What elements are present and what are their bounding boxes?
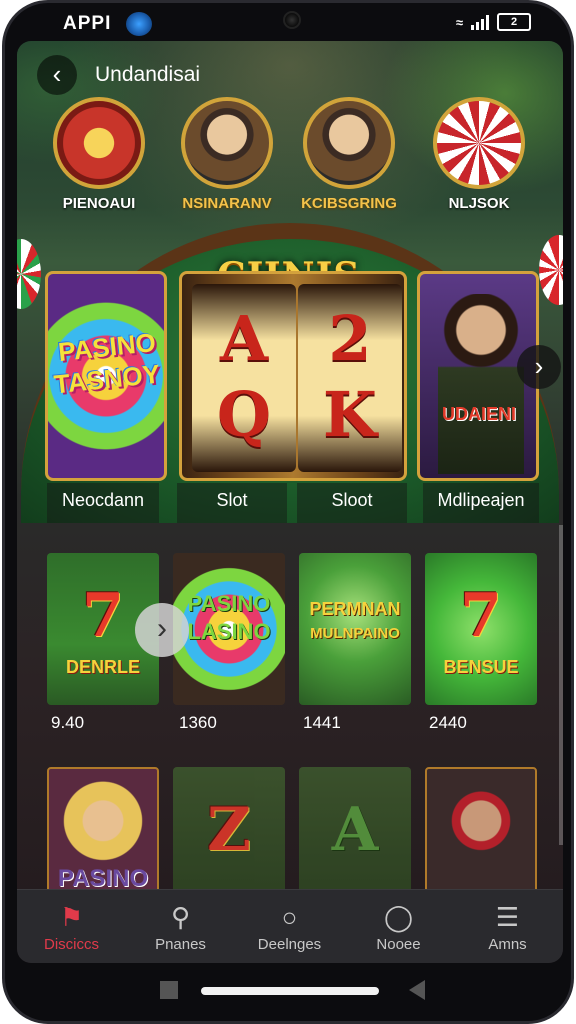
bottom-nav: ⚑ Disciccs ⚲ Pnanes ○ Deelnges ◯ Nooee ☰… <box>17 889 563 963</box>
back-button[interactable]: ‹ <box>37 55 77 95</box>
chat-icon: ◯ <box>383 902 414 932</box>
poker-chip-icon <box>433 97 525 189</box>
nav-label: Pnanes <box>155 936 206 953</box>
tile-count: 9.40 <box>51 713 85 732</box>
game-tile[interactable]: PASINO LASINO <box>173 553 285 705</box>
recents-button[interactable] <box>160 981 178 999</box>
casino-logo-icon <box>53 97 145 189</box>
tile-caption: MULNPAINO <box>310 625 400 642</box>
avatar <box>181 97 273 189</box>
tile-count: 1360 <box>179 713 217 732</box>
avatar-label: NSINARANV <box>182 195 272 212</box>
nav-item-menu[interactable]: ☰ Amns <box>453 890 562 963</box>
search-icon: ⚲ <box>170 902 191 932</box>
avatar <box>303 97 395 189</box>
nav-item-discover[interactable]: ⚑ Disciccs <box>17 890 126 963</box>
carousel-next-button[interactable]: › <box>517 345 561 389</box>
reel-symbol: K <box>323 378 377 451</box>
status-app-label: APPI <box>63 13 112 34</box>
top-bar: ‹ Undandisai <box>17 49 563 99</box>
card-label: Sloot <box>297 483 407 523</box>
avatar-row: PIENOAUI NSINARANV KCIBSGRING NLJSOK <box>17 97 563 227</box>
menu-icon: ☰ <box>495 902 520 932</box>
app-screen: ‹ Undandisai PIENOAUI NSINARANV KCIBSGRI… <box>17 41 563 963</box>
status-app-icon <box>126 12 152 36</box>
avatar-item[interactable]: KCIBSGRING <box>289 97 409 212</box>
status-bar: APPI ≈ 2 <box>5 3 571 43</box>
status-icons: ≈ 2 <box>456 13 531 31</box>
system-nav-bar <box>5 961 571 1021</box>
tile-caption: PERMNAN <box>309 599 401 619</box>
slot-reel: 2 K <box>298 284 402 472</box>
chevron-right-icon: › <box>157 612 167 645</box>
tile-caption: DENRLE <box>65 657 140 677</box>
nav-item-challenges[interactable]: ○ Deelnges <box>235 890 344 963</box>
page-title: Undandisai <box>95 63 201 86</box>
nav-label: Nooee <box>376 936 421 953</box>
wifi-icon: ≈ <box>455 14 463 30</box>
card-labels: Neocdann Slot Sloot Mdlipeajen <box>17 483 563 523</box>
avatar-item[interactable]: NLJSOK <box>419 97 539 212</box>
home-icon: ⚑ <box>59 902 84 932</box>
nav-label: Amns <box>488 936 527 953</box>
card-label: Mdlipeajen <box>423 483 539 523</box>
card-label: Slot <box>177 483 287 523</box>
camera-icon <box>283 11 301 29</box>
game-card[interactable]: PASINO TASNOY <box>45 271 167 481</box>
tile-count: 2440 <box>429 713 467 732</box>
tile-count: 1441 <box>303 713 341 732</box>
reel-symbol: 2 <box>328 302 372 375</box>
avatar-item[interactable]: NSINARANV <box>167 97 287 212</box>
avatar-label: PIENOAUI <box>62 195 136 212</box>
tile-caption: LASINO <box>187 619 271 644</box>
nav-item-search[interactable]: ⚲ Pnanes <box>126 890 235 963</box>
grid-scroll-button[interactable]: › <box>135 603 189 657</box>
avatar-label: KCIBSGRING <box>301 195 397 212</box>
circle-icon: ○ <box>281 902 298 932</box>
reel-symbol: Q <box>216 378 271 451</box>
signal-icon <box>471 14 489 30</box>
avatar-item[interactable]: PIENOAUI <box>39 97 159 212</box>
card-title: UDAIENI <box>441 404 516 424</box>
reel-symbol: A <box>219 302 269 375</box>
system-back-button[interactable] <box>409 980 425 1000</box>
nav-label: Deelnges <box>257 936 322 953</box>
home-gesture-bar[interactable] <box>201 987 379 995</box>
avatar-label: NLJSOK <box>448 195 510 212</box>
tile-caption: PASINO <box>187 591 271 616</box>
slot-reel: A Q <box>192 284 296 472</box>
tile-caption: BENSUE <box>443 657 519 677</box>
game-tile[interactable]: PERMNAN MULNPAINO <box>299 553 411 705</box>
tile-symbol: Z <box>207 795 251 865</box>
tile-symbol: A <box>331 795 379 865</box>
battery-icon: 2 <box>497 13 531 31</box>
nav-label: Disciccs <box>44 936 99 953</box>
scrollbar[interactable] <box>559 525 563 845</box>
chevron-left-icon: ‹ <box>52 59 62 89</box>
agent-illustration <box>438 294 524 474</box>
phone-frame: APPI ≈ 2 ‹ Undandisai PIENOAUI NSINARANV… <box>2 0 574 1024</box>
tile-symbol: 7 <box>460 581 502 651</box>
card-label: Neocdann <box>47 483 159 523</box>
slot-machine-card[interactable]: A Q 2 K <box>179 271 407 481</box>
game-tile[interactable]: 7 BENSUE <box>425 553 537 705</box>
chevron-right-icon: › <box>534 351 544 381</box>
nav-item-chat[interactable]: ◯ Nooee <box>344 890 453 963</box>
